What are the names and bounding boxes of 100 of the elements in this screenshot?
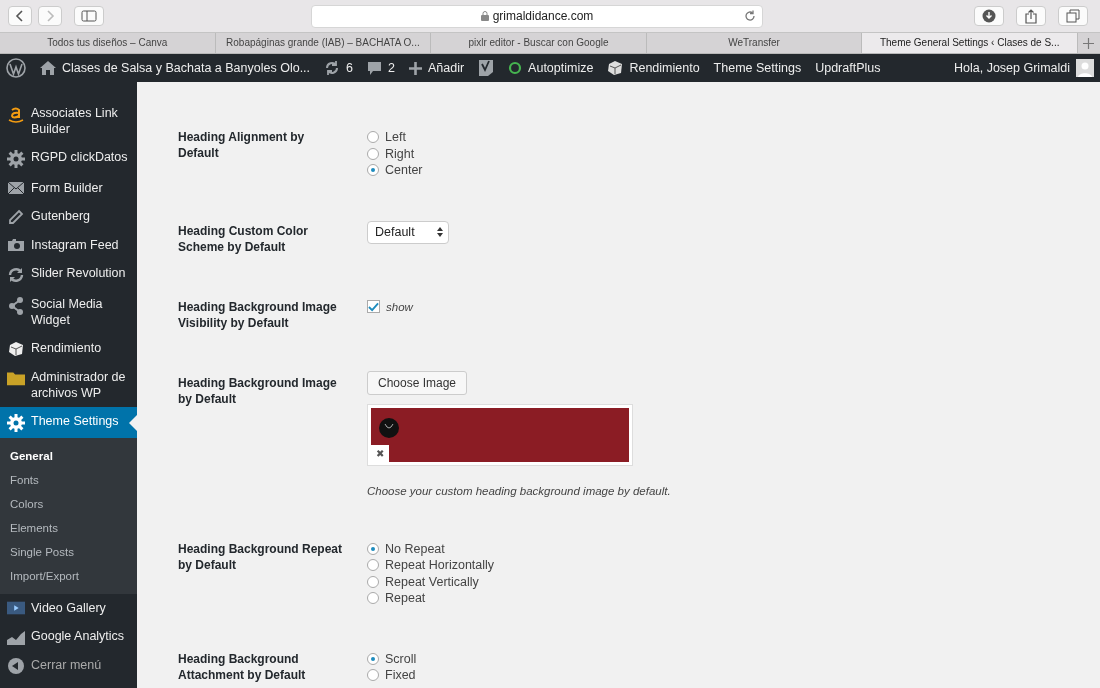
browser-tab[interactable]: pixlr editor - Buscar con Google [431, 33, 647, 53]
sidebar-item[interactable]: Rendimiento [0, 334, 137, 363]
radio-button[interactable] [367, 669, 379, 682]
sidebar-toggle-button[interactable] [74, 6, 104, 26]
radio-button[interactable] [367, 559, 379, 572]
pencil-icon [8, 209, 24, 225]
toolbar-menu-text: Rendimiento [629, 61, 700, 75]
checkmark-logo-icon[interactable] [478, 59, 495, 77]
submenu-item[interactable]: Elements [0, 516, 137, 540]
reload-icon[interactable] [744, 10, 756, 22]
toolbar-menu-link[interactable]: UpdraftPlus [815, 61, 881, 75]
submenu-item[interactable]: General [0, 444, 137, 468]
updates-link[interactable]: 6 [324, 60, 353, 76]
option-label: Left [385, 130, 406, 145]
new-content-link[interactable]: Añadir [408, 61, 465, 75]
radio-button[interactable] [367, 164, 379, 177]
greeting-text: Hola, Josep Grimaldi [954, 61, 1070, 75]
setting-label: Heading Background Attachment by Default [178, 650, 307, 684]
back-button[interactable] [8, 6, 32, 26]
choose-image-button[interactable]: Choose Image [367, 370, 468, 395]
option-label: Repeat [385, 591, 426, 606]
comments-link[interactable]: 2 [367, 60, 395, 76]
option-label: Scroll [385, 651, 417, 666]
updates-count: 6 [346, 61, 353, 75]
toolbar-menu-link[interactable]: Autoptimize [508, 61, 594, 75]
camera-icon [7, 238, 25, 252]
forward-button[interactable] [38, 6, 62, 26]
sidebar-item[interactable]: RGPD clickDatos [0, 143, 137, 174]
forward-icon [45, 10, 55, 22]
sidebar-item[interactable]: Instagram Feed [0, 231, 137, 259]
sidebar-item[interactable]: Form Builder [0, 174, 137, 202]
radio-button[interactable] [367, 592, 379, 605]
share-button[interactable] [1016, 6, 1046, 26]
wordpress-logo-icon[interactable] [6, 58, 26, 78]
plus-icon [1083, 37, 1095, 49]
envelope-icon [7, 181, 25, 195]
cube-icon [8, 341, 24, 357]
radio-button[interactable] [367, 575, 379, 588]
user-greeting-link[interactable]: Hola, Josep Grimaldi [954, 59, 1094, 77]
downloads-button[interactable] [974, 6, 1004, 26]
option-label: Right [385, 146, 415, 161]
tabs-icon [1066, 9, 1080, 23]
download-icon [982, 9, 996, 23]
sidebar-item[interactable]: Google Analytics [0, 622, 137, 651]
sidebar-item[interactable]: Video Gallery [0, 594, 137, 622]
option-label: Repeat Vertically [385, 574, 479, 589]
submenu-item[interactable]: Colors [0, 492, 137, 516]
radio-button[interactable] [367, 147, 379, 160]
radio-button[interactable] [367, 542, 379, 555]
sidebar-item[interactable]: Social Media Widget [0, 290, 137, 334]
lock-icon [480, 11, 489, 21]
share-icon [1025, 8, 1037, 24]
browser-tab[interactable]: Theme General Settings ‹ Clases de S... [862, 33, 1078, 53]
submenu-item[interactable]: Import/Export [0, 564, 137, 588]
setting-label: Heading Background Image by Default [178, 374, 338, 408]
sidebar-item[interactable]: Theme Settings [0, 407, 137, 438]
sidebar-item[interactable]: Gutenberg [0, 202, 137, 231]
field-description: Choose your custom heading background image by default. [367, 484, 671, 497]
setting-label: Heading Alignment by Default [178, 129, 306, 162]
option-label: Fixed [385, 668, 416, 683]
sidebar-item[interactable]: Administrador de archivos WP [0, 363, 137, 407]
setting-label: Heading Background Repeat by Default [178, 540, 344, 574]
refresh-icon [7, 266, 25, 284]
setting-label: Heading Background Image Visibility by Default [178, 298, 338, 331]
address-bar[interactable]: grimaldidance.com [311, 4, 763, 28]
collapse-menu-button[interactable]: Cerrar menú [0, 651, 137, 680]
share-icon [8, 297, 24, 315]
sidebar-icon [81, 10, 97, 22]
browser-tab[interactable]: Robapáginas grande (IAB) – BACHATA O... [215, 33, 432, 53]
setting-label: Heading Custom Color Scheme by Default [178, 222, 309, 255]
option-label: No Repeat [385, 541, 445, 556]
sidebar-item[interactable]: Associates Link Builder [0, 99, 137, 143]
ring-icon [508, 61, 523, 75]
chart-icon [7, 629, 25, 645]
plus-icon [408, 61, 422, 75]
radio-button[interactable] [367, 652, 379, 665]
browser-tab[interactable]: Todos tus diseños – Canva [0, 33, 216, 53]
refresh-icon [324, 60, 341, 76]
sidebar-item[interactable]: Slider Revolution [0, 259, 137, 290]
submenu-item[interactable]: Single Posts [0, 540, 137, 564]
submenu-item[interactable]: Fonts [0, 468, 137, 492]
radio-button[interactable] [367, 131, 379, 144]
toolbar-menu-text: Autoptimize [528, 61, 594, 75]
folder-icon [7, 370, 25, 386]
updown-arrows-icon [436, 227, 443, 237]
toolbar-menu-link[interactable]: Theme Settings [713, 61, 802, 75]
letter-a-icon [7, 106, 25, 124]
tabs-overview-button[interactable] [1058, 6, 1088, 26]
cube-icon [607, 60, 624, 76]
home-icon [40, 61, 56, 75]
toolbar-menu-link[interactable]: Rendimiento [607, 60, 700, 76]
speech-bubble-icon [367, 60, 382, 76]
option-label: Repeat Horizontally [385, 558, 495, 573]
option-label: show [386, 300, 413, 313]
new-content-text: Añadir [427, 61, 465, 75]
checkbox[interactable] [367, 300, 380, 314]
gear-icon [7, 150, 25, 168]
video-icon [7, 601, 25, 615]
comments-count: 2 [388, 61, 395, 75]
color-scheme-dropdown[interactable]: Default [367, 220, 449, 244]
